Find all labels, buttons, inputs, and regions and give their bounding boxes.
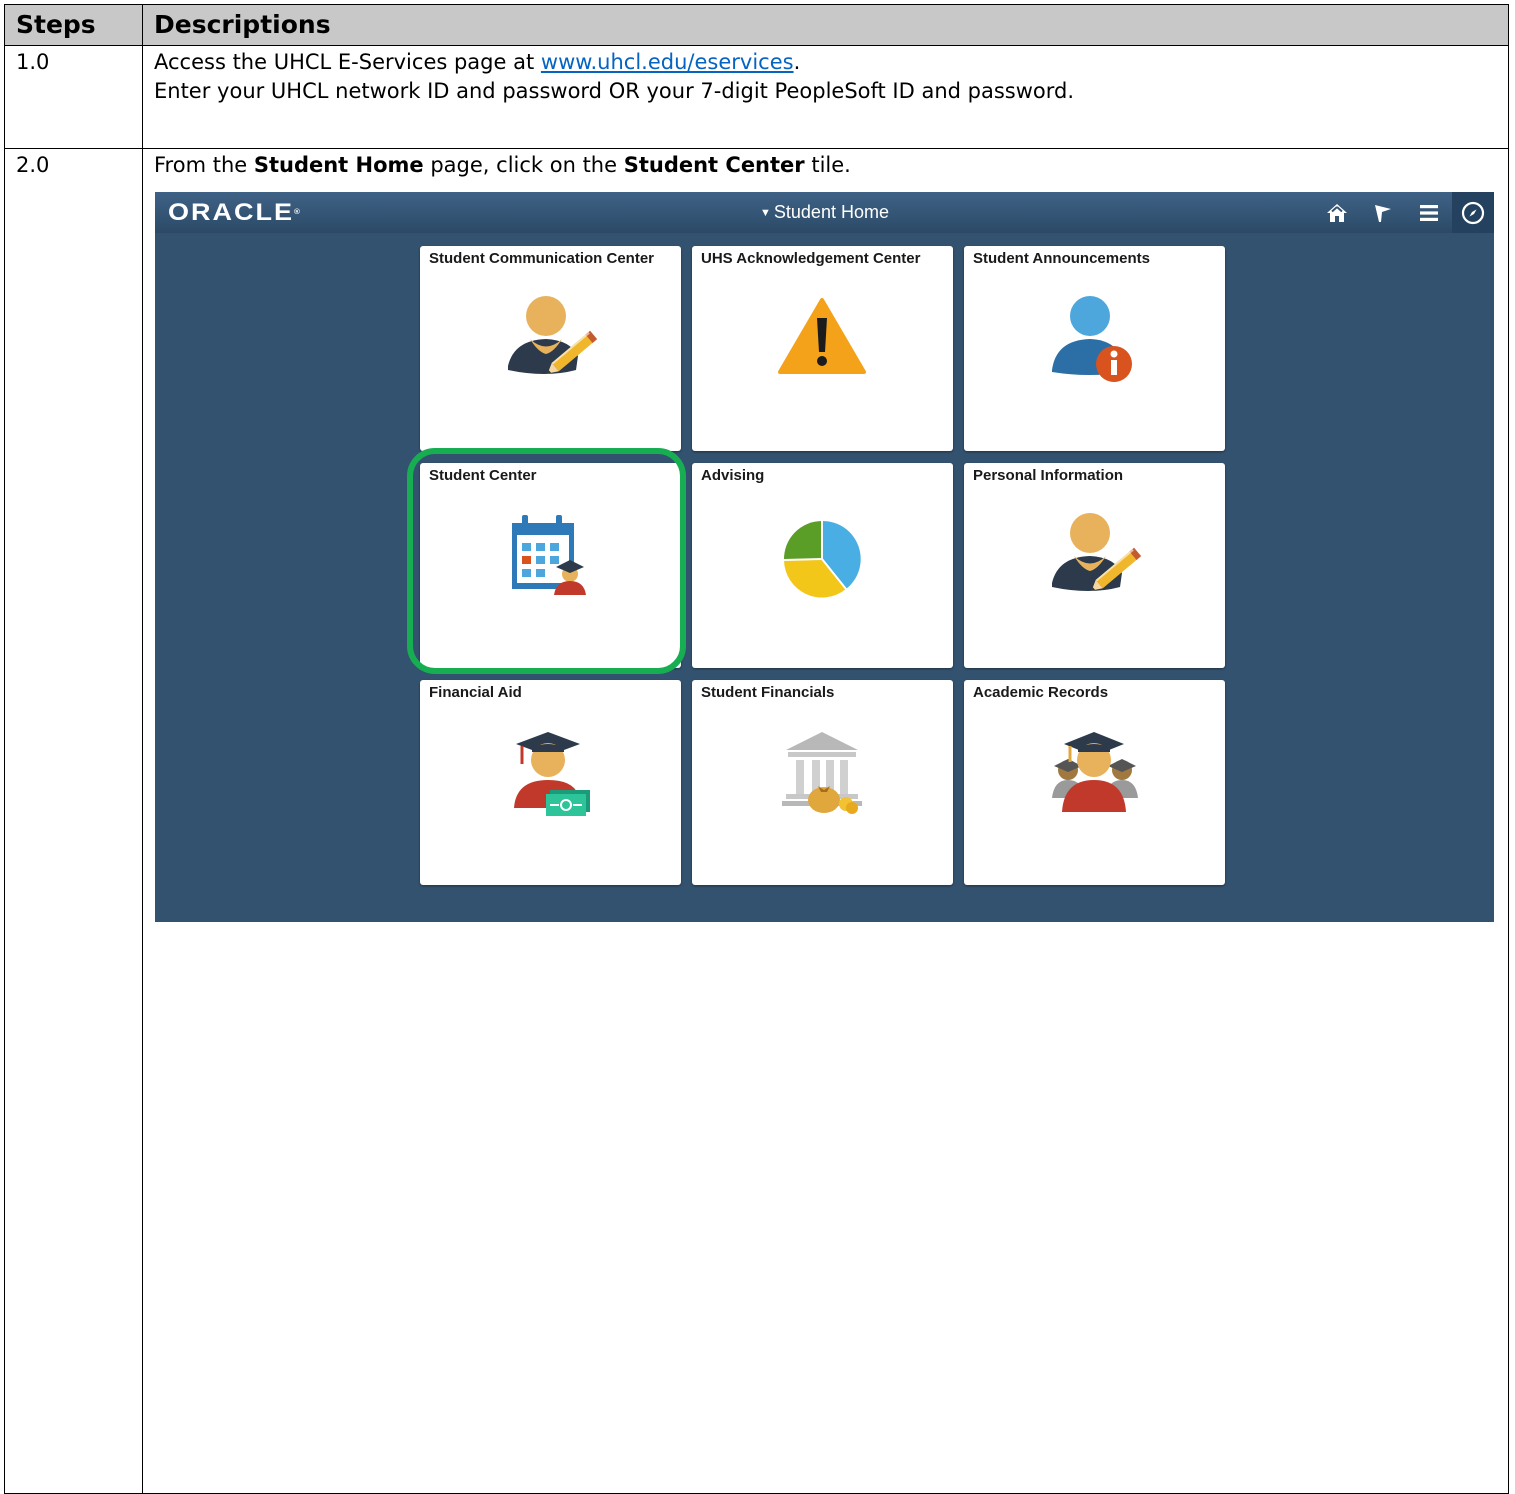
home-icon[interactable] — [1314, 192, 1360, 233]
header-descriptions: Descriptions — [142, 4, 1509, 46]
step2-bold-student-home: Student Home — [253, 153, 424, 177]
person-info-icon — [1052, 296, 1132, 382]
oracle-header-bar: ORACLE® ▼ Student Home — [155, 192, 1494, 233]
step-description: Access the UHCL E-Services page at www.u… — [142, 45, 1509, 149]
graduate-money-icon — [514, 732, 590, 816]
tile-title: Student Financials — [701, 684, 835, 701]
tile-title: Student Announcements — [973, 250, 1150, 267]
step2-bold-student-center: Student Center — [623, 153, 805, 177]
step-number: 2.0 — [4, 148, 143, 1494]
step2-text: From the — [154, 153, 254, 177]
homepage-selector[interactable]: ▼ Student Home — [155, 201, 1494, 224]
tile-title: Personal Information — [973, 467, 1124, 484]
flag-icon[interactable] — [1360, 192, 1406, 233]
step2-text: tile. — [804, 153, 851, 177]
tile-personal-information[interactable]: Personal Information — [964, 463, 1225, 668]
graduates-group-icon — [1052, 732, 1138, 812]
oracle-screenshot: ORACLE® ▼ Student Home Student Communicat… — [155, 192, 1494, 922]
step1-text: Access the UHCL E-Services page at — [154, 50, 541, 74]
tile-title: Student Communication Center — [429, 250, 655, 267]
navbar-compass-icon[interactable] — [1452, 192, 1494, 233]
tile-student-financials[interactable]: Student Financials — [692, 680, 953, 885]
tile-title: UHS Acknowledgement Center — [701, 250, 921, 267]
bank-icon — [782, 732, 862, 814]
step-number: 1.0 — [4, 45, 143, 149]
caret-down-icon: ▼ — [760, 207, 771, 219]
eservices-link[interactable]: www.uhcl.edu/eservices — [541, 50, 794, 74]
tile-title: Advising — [701, 467, 765, 484]
person-pencil-icon — [1052, 513, 1142, 591]
warning-icon — [778, 298, 866, 374]
tile-financial-aid[interactable]: Financial Aid — [420, 680, 681, 885]
menu-icon[interactable] — [1406, 192, 1452, 233]
tile-student-announcements[interactable]: Student Announcements — [964, 246, 1225, 451]
step1-instructions: Enter your UHCL network ID and password … — [154, 79, 1075, 103]
student-center-highlight — [407, 448, 686, 674]
step1-period: . — [793, 50, 801, 74]
homepage-title: Student Home — [773, 202, 889, 222]
tile-advising[interactable]: Advising — [692, 463, 953, 668]
tile-academic-records[interactable]: Academic Records — [964, 680, 1225, 885]
person-pencil-icon — [508, 296, 598, 374]
tile-title: Financial Aid — [429, 684, 522, 701]
tile-uhs-acknowledgement-center[interactable]: UHS Acknowledgement Center — [692, 246, 953, 451]
pie-chart-icon — [783, 520, 861, 598]
tile-student-communication-center[interactable]: Student Communication Center — [420, 246, 681, 451]
header-steps: Steps — [4, 4, 143, 46]
step2-text: page, click on the — [423, 153, 624, 177]
tile-title: Academic Records — [973, 684, 1109, 701]
